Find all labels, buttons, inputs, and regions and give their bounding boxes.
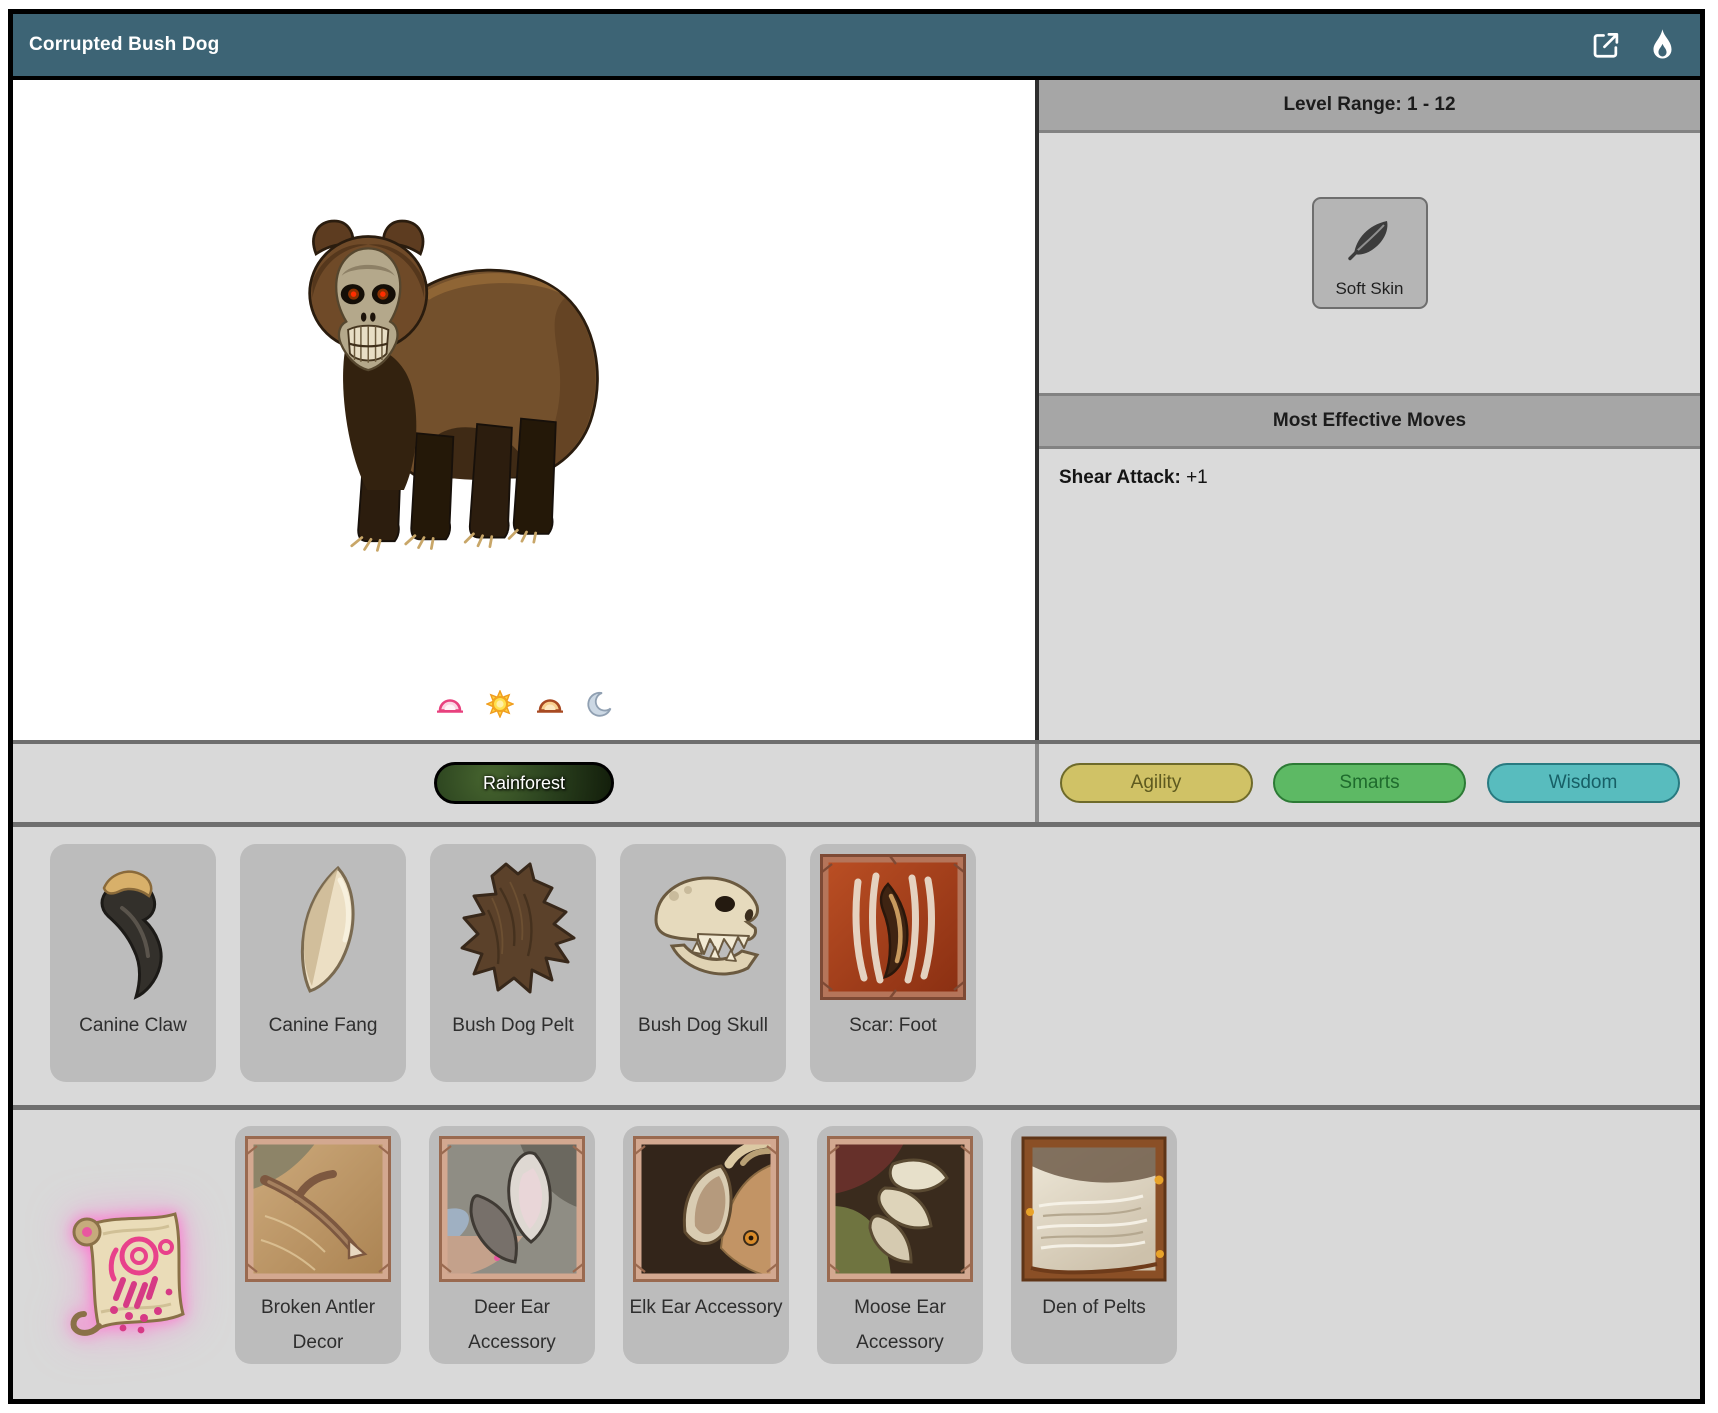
creature-artwork (308, 219, 599, 552)
item-label: Scar: Foot (849, 1015, 937, 1036)
drop-card-bush-dog-skull[interactable]: Bush Dog Skull (620, 844, 786, 1082)
habitat-label: Rainforest (482, 772, 566, 793)
trait-soft-skin[interactable]: Soft Skin (1311, 197, 1428, 309)
trait-label: Soft Skin (1335, 279, 1404, 298)
stat-pill-label: Agility (1130, 772, 1182, 793)
scar-foot-icon (820, 854, 966, 1000)
level-range-header: Level Range: 1 - 12 (1039, 80, 1700, 133)
page-title: Corrupted Bush Dog (29, 34, 220, 55)
bush-dog-skull-icon (630, 854, 776, 1000)
deer-ear-accessory-icon (439, 1136, 585, 1282)
dawn-icon (436, 693, 464, 715)
moose-ear-accessory-icon (827, 1136, 973, 1282)
unlock-card-moose-ear-accessory[interactable]: Moose Ear Accessory (817, 1126, 983, 1364)
elk-ear-accessory-icon (633, 1136, 779, 1282)
main-row: Level Range: 1 - 12 Soft Skin Most Effec… (13, 80, 1700, 740)
stat-pills-cell: Agility Smarts Wisdom (1035, 744, 1700, 822)
unlock-card-elk-ear-accessory[interactable]: Elk Ear Accessory (623, 1126, 789, 1364)
moves-body: Shear Attack: +1 (1039, 449, 1700, 740)
bush-dog-pelt-icon (440, 854, 586, 1000)
dusk-icon (536, 693, 564, 715)
habitat-cell: Rainforest (13, 744, 1035, 822)
moves-header: Most Effective Moves (1039, 393, 1700, 449)
unlocks-section: Broken Antler Decor Deer Ear Accessory E… (13, 1105, 1700, 1399)
feather-icon (1347, 221, 1387, 261)
item-label: Bush Dog Pelt (452, 1015, 574, 1036)
item-label: Moose Ear Accessory (854, 1297, 946, 1354)
habitat-rainforest-button[interactable]: Rainforest (434, 762, 614, 804)
creature-image-panel (13, 80, 1035, 740)
canine-fang-icon (250, 854, 396, 1000)
stat-pill-wisdom[interactable]: Wisdom (1486, 763, 1680, 803)
day-icon (486, 690, 514, 718)
den-of-pelts-icon (1021, 1136, 1167, 1282)
night-icon (586, 691, 612, 718)
flame-icon[interactable] (1649, 29, 1676, 61)
stat-pill-agility[interactable]: Agility (1059, 763, 1253, 803)
canine-claw-icon (60, 854, 206, 1000)
move-value: +1 (1186, 467, 1208, 488)
trait-body: Soft Skin (1039, 133, 1700, 393)
habitat-row: Rainforest Agility Smarts Wisdom (13, 740, 1700, 822)
rune-scroll-icon[interactable] (53, 1200, 203, 1345)
drops-section: Canine Claw Canine Fang Bush Dog Pelt Bu… (13, 822, 1700, 1105)
item-label: Deer Ear Accessory (468, 1297, 556, 1354)
drop-card-canine-claw[interactable]: Canine Claw (50, 844, 216, 1082)
titlebar-icons (1590, 29, 1676, 61)
item-label: Elk Ear Accessory (629, 1297, 783, 1318)
unlock-card-den-of-pelts[interactable]: Den of Pelts (1011, 1126, 1177, 1364)
item-label: Den of Pelts (1042, 1297, 1146, 1318)
stat-pill-label: Smarts (1339, 772, 1400, 793)
item-label: Bush Dog Skull (638, 1015, 768, 1036)
stat-pill-label: Wisdom (1548, 772, 1618, 793)
creature-info-window: Corrupted Bush Dog Level Range: 1 - 12 S… (8, 9, 1705, 1404)
unlock-card-broken-antler-decor[interactable]: Broken Antler Decor (235, 1126, 401, 1364)
open-external-icon[interactable] (1590, 30, 1621, 61)
drop-card-scar-foot[interactable]: Scar: Foot (810, 844, 976, 1082)
move-name: Shear Attack: (1059, 467, 1181, 488)
drop-card-canine-fang[interactable]: Canine Fang (240, 844, 406, 1082)
stats-panel: Level Range: 1 - 12 Soft Skin Most Effec… (1035, 80, 1700, 740)
unlock-card-deer-ear-accessory[interactable]: Deer Ear Accessory (429, 1126, 595, 1364)
broken-antler-decor-icon (245, 1136, 391, 1282)
time-of-day-row (13, 690, 1035, 718)
window-titlebar: Corrupted Bush Dog (13, 14, 1700, 80)
drop-card-bush-dog-pelt[interactable]: Bush Dog Pelt (430, 844, 596, 1082)
item-label: Broken Antler Decor (260, 1297, 376, 1354)
item-label: Canine Claw (79, 1015, 187, 1036)
stat-pill-smarts[interactable]: Smarts (1273, 763, 1466, 803)
item-label: Canine Fang (268, 1015, 378, 1036)
